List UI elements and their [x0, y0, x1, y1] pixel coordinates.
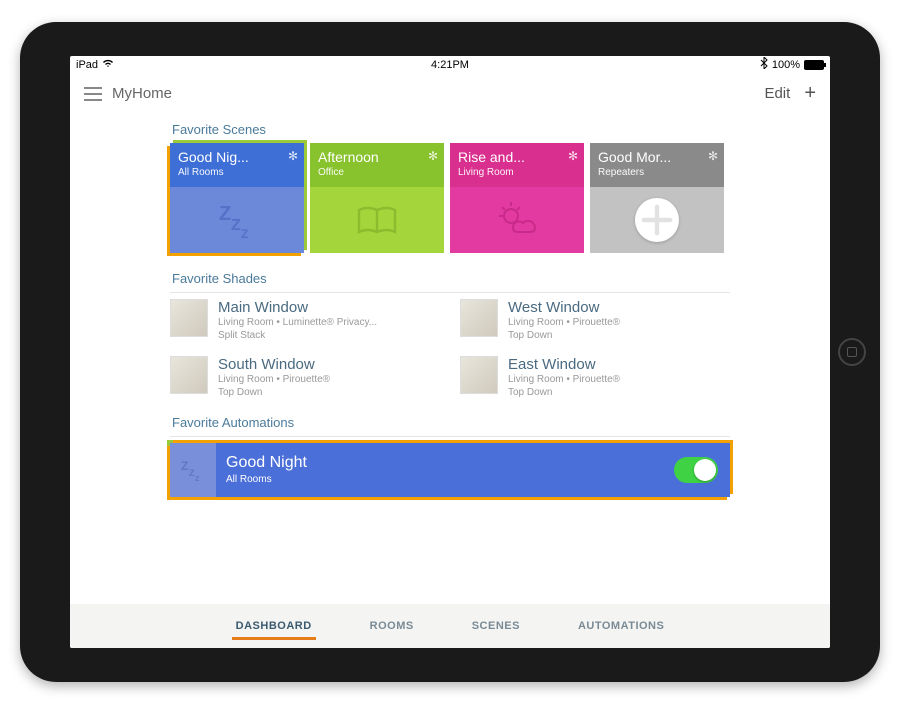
scenes-row: Good Nig... All Rooms ✻ Z Z Z: [170, 143, 730, 253]
svg-text:Z: Z: [241, 227, 248, 241]
scene-room: Repeaters: [598, 167, 716, 178]
add-button[interactable]: +: [804, 82, 816, 105]
bluetooth-icon: [760, 57, 768, 72]
shade-thumbnail: [460, 299, 498, 337]
scenes-section-title: Favorite Scenes: [172, 122, 730, 137]
automations-section-title: Favorite Automations: [172, 415, 730, 430]
shade-meta: Living Room • Pirouette®: [508, 316, 620, 329]
status-bar: iPad 4:21PM 100%: [70, 56, 830, 74]
shade-name: Main Window: [218, 299, 377, 316]
automation-thumbnail: Z Z Z: [170, 443, 216, 497]
scene-name: Rise and...: [458, 149, 576, 165]
automation-name: Good Night: [226, 454, 674, 472]
scene-icon-area: [450, 187, 584, 253]
shade-meta: Living Room • Luminette® Privacy...: [218, 316, 377, 329]
svg-text:Z: Z: [195, 476, 200, 483]
scene-card-afternoon[interactable]: Afternoon Office ✻: [310, 143, 444, 253]
shade-meta: Living Room • Pirouette®: [218, 373, 330, 386]
scene-icon-area: [590, 187, 724, 253]
sun-cloud-icon: [493, 196, 541, 244]
shade-meta: Top Down: [508, 329, 620, 342]
shade-name: West Window: [508, 299, 620, 316]
shade-meta: Top Down: [508, 386, 620, 399]
shade-item[interactable]: Main Window Living Room • Luminette® Pri…: [170, 299, 440, 342]
scene-room: Office: [318, 167, 436, 178]
shades-section-title: Favorite Shades: [172, 271, 730, 286]
book-icon: [353, 196, 401, 244]
divider: [170, 292, 730, 293]
shade-item[interactable]: South Window Living Room • Pirouette® To…: [170, 356, 440, 399]
sleep-icon: Z Z Z: [179, 456, 207, 484]
gear-icon[interactable]: ✻: [428, 149, 438, 163]
page-title: MyHome: [112, 85, 172, 102]
scene-icon-area: Z Z Z: [170, 187, 304, 253]
screen: iPad 4:21PM 100% MyHome Edit +: [70, 56, 830, 648]
scene-card-rise-and-shine[interactable]: Rise and... Living Room ✻: [450, 143, 584, 253]
gear-icon[interactable]: ✻: [708, 149, 718, 163]
scene-room: Living Room: [458, 167, 576, 178]
shade-name: East Window: [508, 356, 620, 373]
sleep-icon: Z Z Z: [213, 196, 261, 244]
gear-icon[interactable]: ✻: [568, 149, 578, 163]
tab-rooms[interactable]: ROOMS: [366, 606, 418, 646]
wifi-icon: [102, 58, 114, 71]
scene-room: All Rooms: [178, 167, 296, 178]
shade-meta: Living Room • Pirouette®: [508, 373, 620, 386]
content-scroll[interactable]: Favorite Scenes Good Nig... All Rooms ✻ …: [70, 114, 830, 604]
app-header: MyHome Edit +: [70, 74, 830, 114]
shades-grid: Main Window Living Room • Luminette® Pri…: [170, 299, 730, 399]
tab-scenes[interactable]: SCENES: [468, 606, 524, 646]
tab-automations[interactable]: AUTOMATIONS: [574, 606, 668, 646]
gear-icon[interactable]: ✻: [288, 149, 298, 163]
shade-thumbnail: [170, 356, 208, 394]
shade-thumbnail: [170, 299, 208, 337]
divider: [170, 436, 730, 437]
scene-card-good-night[interactable]: Good Nig... All Rooms ✻ Z Z Z: [170, 143, 304, 253]
plus-circle-icon: [635, 198, 679, 242]
scene-icon-area: [310, 187, 444, 253]
shade-name: South Window: [218, 356, 330, 373]
scene-name: Afternoon: [318, 149, 436, 165]
scene-name: Good Mor...: [598, 149, 716, 165]
shade-thumbnail: [460, 356, 498, 394]
shade-meta: Split Stack: [218, 329, 377, 342]
clock: 4:21PM: [325, 59, 574, 71]
battery-percent: 100%: [772, 59, 800, 71]
automation-row[interactable]: Z Z Z Good Night All Rooms: [170, 443, 730, 497]
menu-icon[interactable]: [84, 87, 102, 101]
scene-card-good-morning[interactable]: Good Mor... Repeaters ✻: [590, 143, 724, 253]
shade-meta: Top Down: [218, 386, 330, 399]
tab-dashboard[interactable]: DASHBOARD: [232, 606, 316, 646]
svg-text:Z: Z: [219, 203, 231, 225]
edit-button[interactable]: Edit: [764, 85, 790, 102]
ipad-home-button[interactable]: [838, 338, 866, 366]
automation-room: All Rooms: [226, 474, 674, 485]
tab-bar: DASHBOARD ROOMS SCENES AUTOMATIONS: [70, 604, 830, 648]
scene-name: Good Nig...: [178, 149, 296, 165]
shade-item[interactable]: West Window Living Room • Pirouette® Top…: [460, 299, 730, 342]
battery-icon: [804, 60, 824, 70]
svg-text:Z: Z: [181, 459, 188, 473]
device-label: iPad: [76, 59, 98, 71]
svg-text:Z: Z: [231, 217, 241, 234]
automation-toggle[interactable]: [674, 457, 718, 483]
shade-item[interactable]: East Window Living Room • Pirouette® Top…: [460, 356, 730, 399]
ipad-frame: iPad 4:21PM 100% MyHome Edit +: [20, 22, 880, 682]
